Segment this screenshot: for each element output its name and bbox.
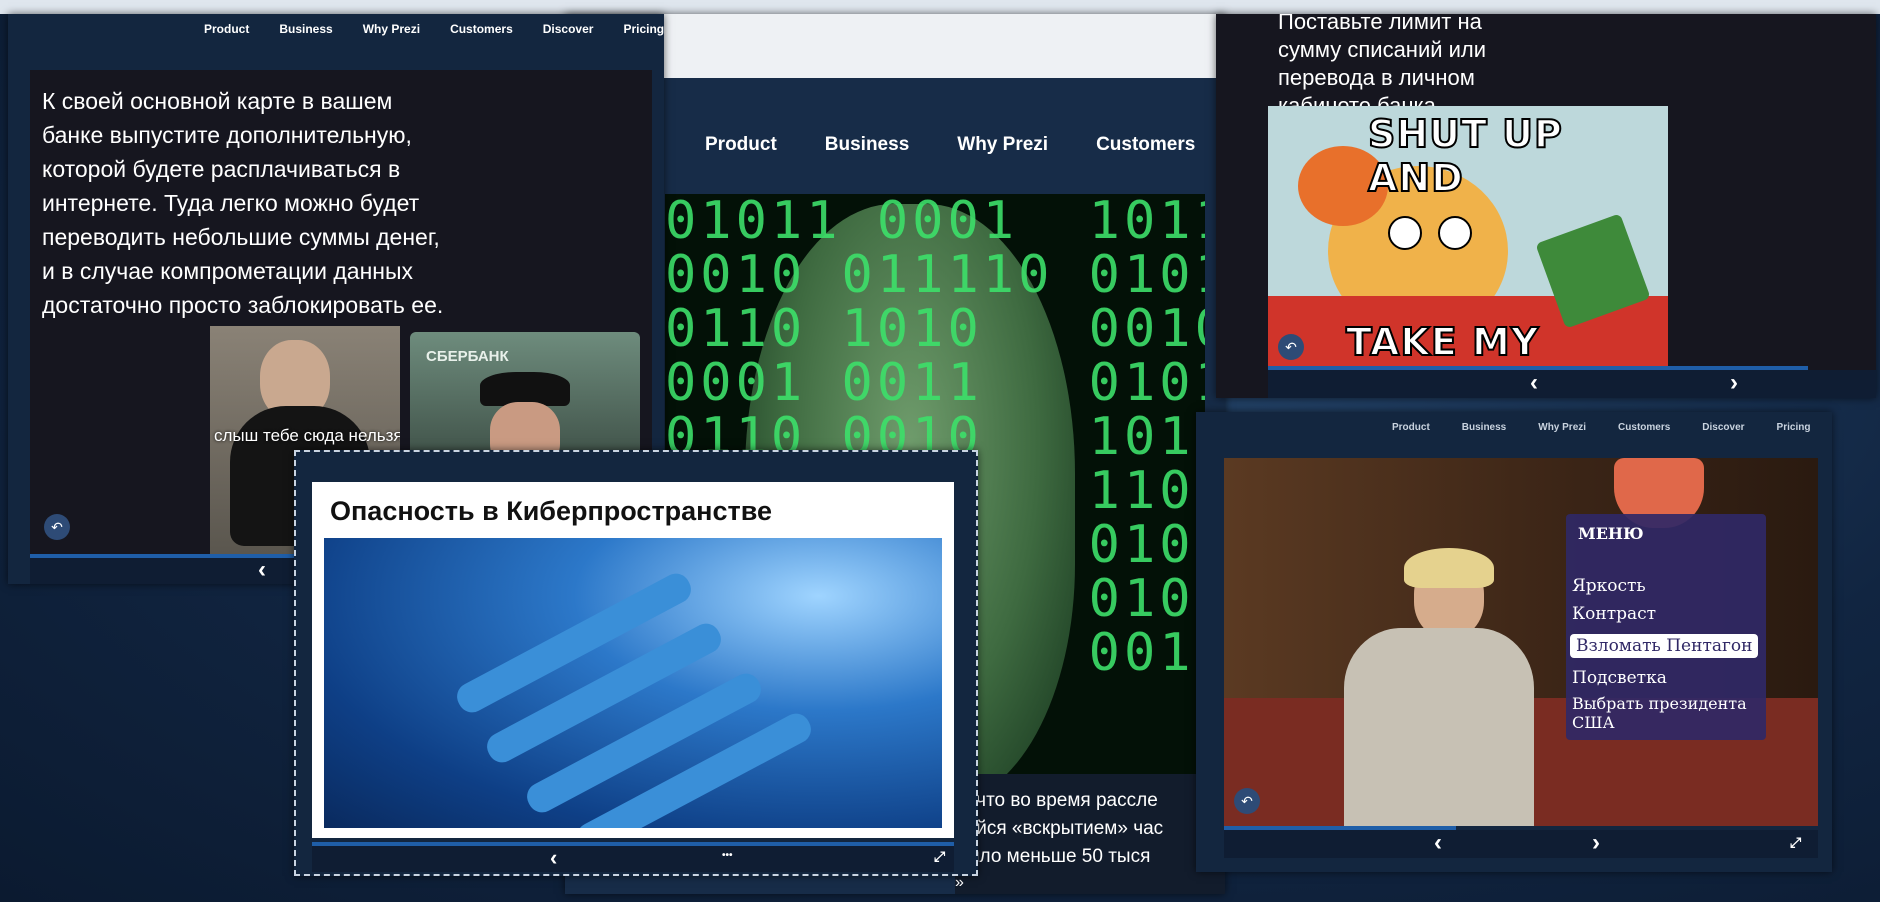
slide-title: Опасность в Киберпространстве: [330, 496, 772, 526]
card-text-line: переводить небольшие суммы денег,: [42, 224, 440, 250]
cyber-caption: и, что во время рассле цейся «вскрытием»…: [955, 774, 1225, 894]
nav-customers[interactable]: Customers: [1096, 134, 1195, 156]
nav-why-prezi[interactable]: Why Prezi: [363, 22, 420, 36]
card-text-line: К своей основной карте в вашем: [42, 88, 393, 114]
caption-line-1: и, что во время рассле: [955, 790, 1158, 811]
slide-frame-menu[interactable]: Product Business Why Prezi Customers Dis…: [1196, 412, 1832, 872]
menu-item-brightness[interactable]: Яркость: [1572, 576, 1646, 596]
nav-why-prezi[interactable]: Why Prezi: [1538, 422, 1586, 433]
caption-line-3: было меньше 50 тыся: [955, 846, 1151, 867]
expand-button[interactable]: ⤢: [1790, 834, 1801, 851]
video-frame: МЕНЮ Яркость Контраст Взломать Пентагон …: [1224, 458, 1818, 826]
nav-customers[interactable]: Customers: [1618, 422, 1670, 433]
card-text: К своей основной карте в вашем банке вып…: [42, 84, 443, 322]
money-text-line: Поставьте лимит на: [1278, 14, 1482, 34]
back-icon[interactable]: ↶: [1278, 334, 1304, 360]
expand-button[interactable]: ⤢: [934, 848, 945, 865]
card-text-line: интернете. Туда легко можно будет: [42, 190, 420, 216]
nav-business[interactable]: Business: [1462, 422, 1506, 433]
menu-item-contrast[interactable]: Контраст: [1572, 604, 1656, 624]
nav-business[interactable]: Business: [825, 134, 909, 156]
prev-button[interactable]: ‹: [1530, 370, 1538, 396]
meme-image: SHUT UP AND TAKE MY MONEY! ↶: [1268, 106, 1668, 366]
title-slide: Опасность в Киберпространстве: [312, 482, 954, 838]
nav-product[interactable]: Product: [204, 22, 249, 36]
caption-line-4: »: [955, 874, 964, 891]
money-text-line: сумму списаний или: [1278, 37, 1487, 62]
tv-menu: МЕНЮ Яркость Контраст Взломать Пентагон …: [1566, 514, 1766, 740]
back-icon[interactable]: ↶: [44, 514, 70, 540]
next-button[interactable]: ›: [1730, 370, 1738, 396]
nav-business[interactable]: Business: [279, 22, 332, 36]
title-controls: ‹ ••• ⤢: [312, 846, 954, 872]
more-options-button[interactable]: •••: [722, 850, 733, 861]
prev-button[interactable]: ‹: [550, 846, 557, 870]
nav-discover[interactable]: Discover: [1702, 422, 1744, 433]
menu-item-hack-pentagon[interactable]: Взломать Пентагон: [1570, 634, 1759, 658]
nav-bar: Product Business Why Prezi Customers: [705, 134, 1195, 156]
nav-pricing[interactable]: Pricing: [623, 22, 664, 36]
nav-pricing[interactable]: Pricing: [1777, 422, 1811, 433]
prev-button[interactable]: ‹: [1434, 830, 1442, 856]
menu-item-elect-president[interactable]: Выбрать президента США: [1572, 694, 1766, 732]
bank-logo: СБЕРБАНК: [426, 348, 509, 365]
nav-why-prezi[interactable]: Why Prezi: [957, 134, 1048, 156]
card-text-line: которой будете расплачиваться в: [42, 156, 401, 182]
nav-bar-small: Product Business Why Prezi Customers Dis…: [1392, 422, 1810, 433]
nav-bar-small: Product Business Why Prezi Customers Dis…: [204, 22, 664, 36]
prev-button[interactable]: ‹: [258, 558, 266, 582]
nav-product[interactable]: Product: [705, 134, 777, 156]
caption-line-2: цейся «вскрытием» час: [955, 818, 1164, 839]
meme-top-text: SHUT UP AND: [1367, 111, 1563, 201]
back-icon[interactable]: ↶: [1234, 788, 1260, 814]
card-text-line: банке выпустите дополнительную,: [42, 122, 412, 148]
money-controls: ‹ ›: [1268, 370, 1876, 398]
meme-bottom-text: TAKE MY MONEY!: [1345, 319, 1540, 366]
money-text: Поставьте лимит на сумму списаний или пе…: [1278, 14, 1486, 120]
nav-product[interactable]: Product: [1392, 422, 1430, 433]
slide-frame-title[interactable]: Опасность в Киберпространстве ‹ ••• ⤢: [294, 450, 978, 876]
menu-item-backlight[interactable]: Подсветка: [1572, 668, 1667, 688]
nav-customers[interactable]: Customers: [450, 22, 513, 36]
slide-frame-money[interactable]: Поставьте лимит на сумму списаний или пе…: [1216, 14, 1876, 398]
money-text-line: перевода в личном: [1278, 65, 1475, 90]
card-text-line: и в случае компрометации данных: [42, 258, 413, 284]
menu-title: МЕНЮ: [1578, 524, 1644, 543]
next-button[interactable]: ›: [1592, 830, 1600, 856]
nav-discover[interactable]: Discover: [543, 22, 594, 36]
card-text-line: достаточно просто заблокировать ее.: [42, 292, 444, 318]
network-cables-image: [324, 538, 942, 828]
menu-controls: ‹ › ⤢: [1224, 830, 1818, 858]
photo-caption: слыш тебе сюда нельзя: [214, 426, 400, 445]
